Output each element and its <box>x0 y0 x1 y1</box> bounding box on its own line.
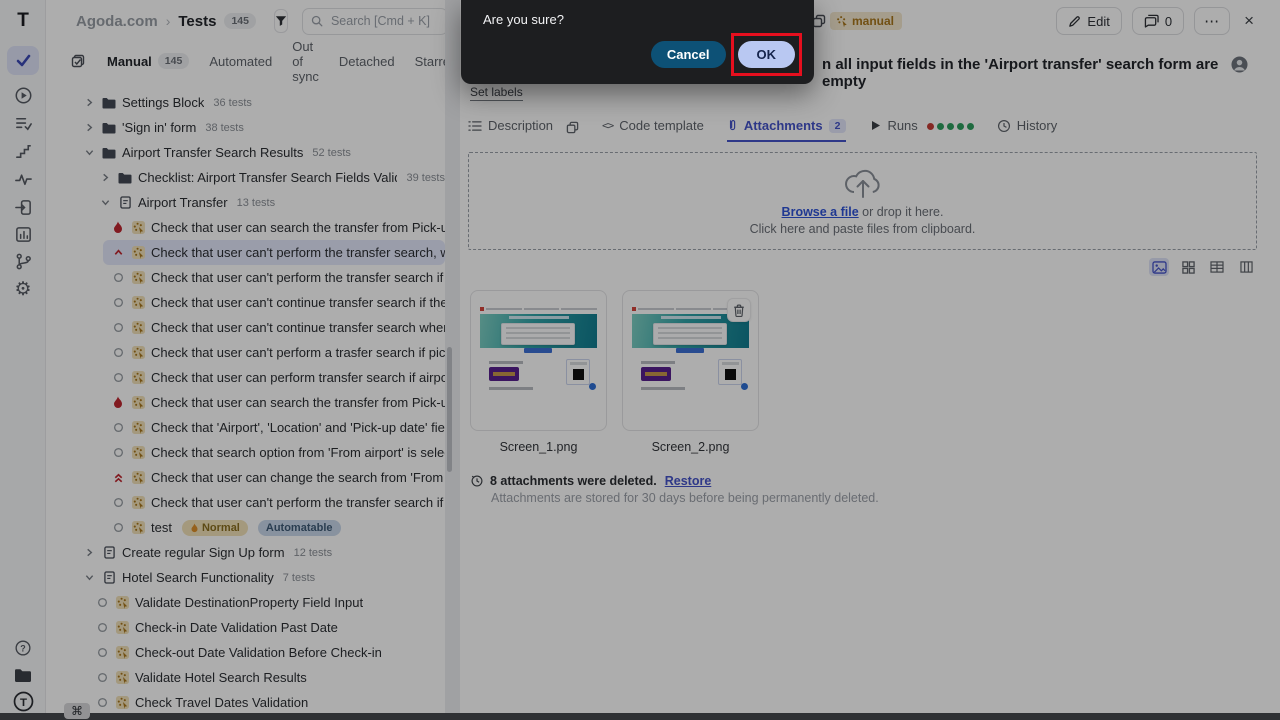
app-window: T ⚙ ? T Agoda.com › Tests 145 × <box>0 0 1280 720</box>
modal-overlay <box>0 0 1280 720</box>
confirm-dialog: Are you sure? Cancel OK <box>461 0 814 84</box>
dialog-title: Are you sure? <box>483 12 564 27</box>
ok-button[interactable]: OK <box>738 41 796 68</box>
cancel-button[interactable]: Cancel <box>651 41 726 68</box>
